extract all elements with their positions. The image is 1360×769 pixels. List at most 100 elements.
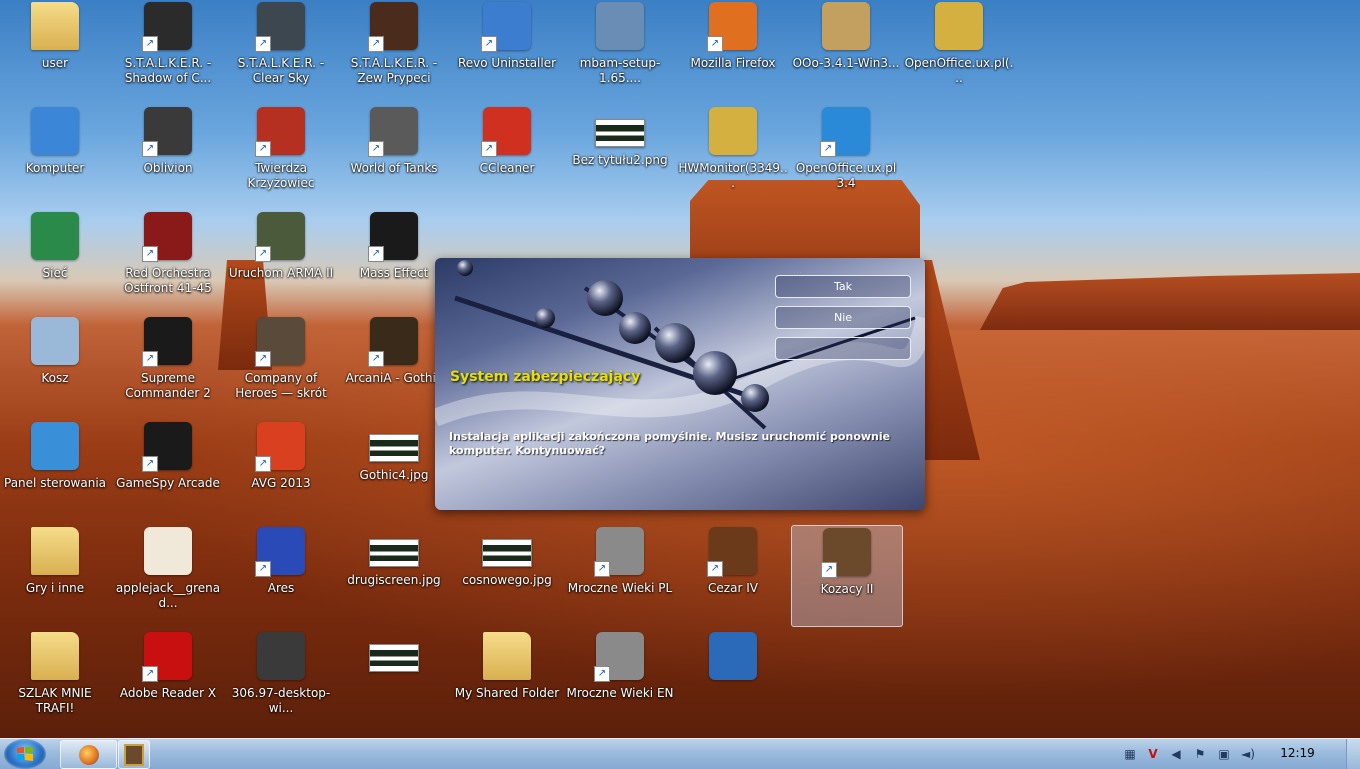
- desktop-icon[interactable]: ↗ Revo Uninstaller: [452, 0, 562, 100]
- shortcut-arrow-icon: ↗: [368, 246, 384, 262]
- desktop-icon[interactable]: mbam-setup-1.65....: [565, 0, 675, 100]
- desktop-icon[interactable]: ↗ S.T.A.L.K.E.R. - Clear Sky: [226, 0, 336, 100]
- taskbar-kozacy-button[interactable]: [118, 740, 150, 769]
- desktop-icon-label: Gry i inne: [25, 581, 85, 595]
- no-button[interactable]: Nie: [775, 306, 911, 329]
- shortcut-arrow-icon: ↗: [255, 351, 271, 367]
- desktop-icon-label: Komputer: [25, 161, 85, 175]
- desktop-icon-label: OOo-3.4.1-Win3...: [792, 56, 900, 70]
- desktop-icon[interactable]: ↗ Mroczne Wieki EN: [565, 630, 675, 730]
- desktop-icon[interactable]: Gry i inne: [0, 525, 110, 625]
- image-file-icon: [369, 539, 419, 567]
- desktop-icon[interactable]: OpenOffice.ux.pl(...: [904, 0, 1014, 100]
- desktop-icon[interactable]: ↗ S.T.A.L.K.E.R. - Shadow of C...: [113, 0, 223, 100]
- folder-user-icon: [31, 2, 79, 50]
- desktop-icon[interactable]: ↗ Uruchom ARMA II: [226, 210, 336, 310]
- start-button[interactable]: [4, 739, 46, 769]
- desktop-icon[interactable]: ↗ Mroczne Wieki PL: [565, 525, 675, 625]
- desktop-icon[interactable]: ↗ Adobe Reader X: [113, 630, 223, 730]
- desktop-icon[interactable]: ↗ S.T.A.L.K.E.R. - Zew Prypeci: [339, 0, 449, 100]
- desktop-icon[interactable]: Komputer: [0, 105, 110, 205]
- antivirus-icon[interactable]: V: [1145, 746, 1161, 762]
- desktop: user ↗ S.T.A.L.K.E.R. - Shadow of C... ↗ S.T…: [0, 0, 1360, 738]
- desktop-icon[interactable]: Gothic4.jpg: [339, 420, 449, 520]
- desktop-icon[interactable]: ↗ GameSpy Arcade: [113, 420, 223, 520]
- radiation-icon: ↗: [142, 2, 192, 52]
- desktop-icon[interactable]: ↗ Oblivion: [113, 105, 223, 205]
- desktop-icon[interactable]: Bez tytułu2.png: [565, 105, 675, 205]
- desktop-icon-label: OpenOffice.ux.pl(...: [904, 56, 1014, 85]
- desktop-icon[interactable]: ↗ CCleaner: [452, 105, 562, 205]
- shield-cross-icon: ↗: [255, 107, 305, 157]
- desktop-icon[interactable]: Sieć: [0, 210, 110, 310]
- crown-icon: [935, 2, 983, 50]
- desktop-icon[interactable]: HWMonitor(3349...: [678, 105, 788, 205]
- desktop-icon[interactable]: ↗ Red Orchestra Ostfront 41-45: [113, 210, 223, 310]
- oblivion-icon: ↗: [142, 107, 192, 157]
- desktop-icon-label: Company of Heroes — skrót: [235, 371, 327, 400]
- desktop-icon[interactable]: SZLAK MNIE TRAFI!: [0, 630, 110, 730]
- shortcut-arrow-icon: ↗: [707, 561, 723, 577]
- desktop-icon-label: Revo Uninstaller: [457, 56, 557, 70]
- desktop-icon-label: drugiscreen.jpg: [347, 573, 441, 587]
- medieval-icon: ↗: [594, 632, 644, 682]
- desktop-icon[interactable]: ↗ Ares: [226, 525, 336, 625]
- desktop-icon[interactable]: Panel sterowania: [0, 420, 110, 520]
- control-panel-icon: [31, 422, 79, 470]
- wallpaper-mesa: [980, 273, 1360, 330]
- shortcut-arrow-icon: ↗: [820, 141, 836, 157]
- desktop-icon[interactable]: 306.97-desktop-wi...: [226, 630, 336, 730]
- desktop-icon-label: Uruchom ARMA II: [228, 266, 334, 280]
- desktop-icon[interactable]: ↗ Cezar IV: [678, 525, 788, 625]
- desktop-icon[interactable]: ↗ ArcaniA - Gothic: [339, 315, 449, 415]
- taskbar: ▦ V ◀ ⚑ ▣ ◄) 12:19: [0, 738, 1360, 769]
- desktop-icon[interactable]: ↗ OpenOffice.ux.pl 3.4: [791, 105, 901, 205]
- desktop-icon-label: HWMonitor(3349...: [678, 161, 788, 190]
- desktop-icon[interactable]: ↗ World of Tanks: [339, 105, 449, 205]
- desktop-icon[interactable]: ↗ Company of Heroes — skrót: [226, 315, 336, 415]
- recycle-bin-icon: [31, 317, 79, 365]
- shortcut-arrow-icon: ↗: [142, 246, 158, 262]
- desktop-icon[interactable]: applejack__grenad...: [113, 525, 223, 625]
- desktop-icon[interactable]: cosnowego.jpg: [452, 525, 562, 625]
- desktop-icon-label: SZLAK MNIE TRAFI!: [18, 686, 92, 715]
- shortcut-arrow-icon: ↗: [142, 351, 158, 367]
- desktop-icon[interactable]: Kosz: [0, 315, 110, 415]
- ccleaner-icon: ↗: [481, 107, 531, 157]
- show-desktop-button[interactable]: [1346, 739, 1360, 769]
- desktop-icon-label: Adobe Reader X: [119, 686, 217, 700]
- desktop-icon[interactable]: OOo-3.4.1-Win3...: [791, 0, 901, 100]
- taskbar-firefox-button[interactable]: [60, 740, 117, 769]
- desktop-icon-label: Kosz: [41, 371, 69, 385]
- desktop-icon[interactable]: [339, 630, 449, 730]
- windows-logo-icon: [17, 747, 33, 761]
- third-button[interactable]: [775, 337, 911, 360]
- desktop-icon[interactable]: ↗ Supreme Commander 2: [113, 315, 223, 415]
- desktop-icon-label: Kozacy II: [820, 582, 874, 596]
- desktop-icon[interactable]: ↗ AVG 2013: [226, 420, 336, 520]
- desktop-icon[interactable]: ↗ Kozacy II: [791, 525, 903, 627]
- desktop-icon[interactable]: ↗ Mozilla Firefox: [678, 0, 788, 100]
- yes-button[interactable]: Tak: [775, 275, 911, 298]
- radiation-icon: ↗: [255, 2, 305, 52]
- desktop-icon[interactable]: My Shared Folder: [452, 630, 562, 730]
- adobe-icon: ↗: [142, 632, 192, 682]
- action-center-flag-icon[interactable]: ⚑: [1192, 746, 1208, 762]
- speaker-warning-icon[interactable]: ◀: [1168, 746, 1184, 762]
- desktop-icon[interactable]: [678, 630, 788, 730]
- desktop-icon-label: Twierdza Krzyżowiec: [247, 161, 315, 190]
- pony-image-icon: [144, 527, 192, 575]
- desktop-icon[interactable]: user: [0, 0, 110, 100]
- desktop-icon[interactable]: ↗ Mass Effect: [339, 210, 449, 310]
- clock[interactable]: 12:19: [1270, 746, 1325, 760]
- desktop-icon-label: Ares: [267, 581, 295, 595]
- network-icon[interactable]: ▣: [1216, 746, 1232, 762]
- volume-icon[interactable]: ◄): [1240, 746, 1256, 762]
- color-flag-icon[interactable]: ▦: [1122, 746, 1138, 762]
- shortcut-arrow-icon: ↗: [255, 141, 271, 157]
- shortcut-arrow-icon: ↗: [707, 36, 723, 52]
- desktop-icon[interactable]: drugiscreen.jpg: [339, 525, 449, 625]
- desktop-icon-label: Bez tytułu2.png: [572, 153, 668, 167]
- dialog-message: Instalacja aplikacji zakończona pomyślni…: [449, 430, 891, 457]
- desktop-icon[interactable]: ↗ Twierdza Krzyżowiec: [226, 105, 336, 205]
